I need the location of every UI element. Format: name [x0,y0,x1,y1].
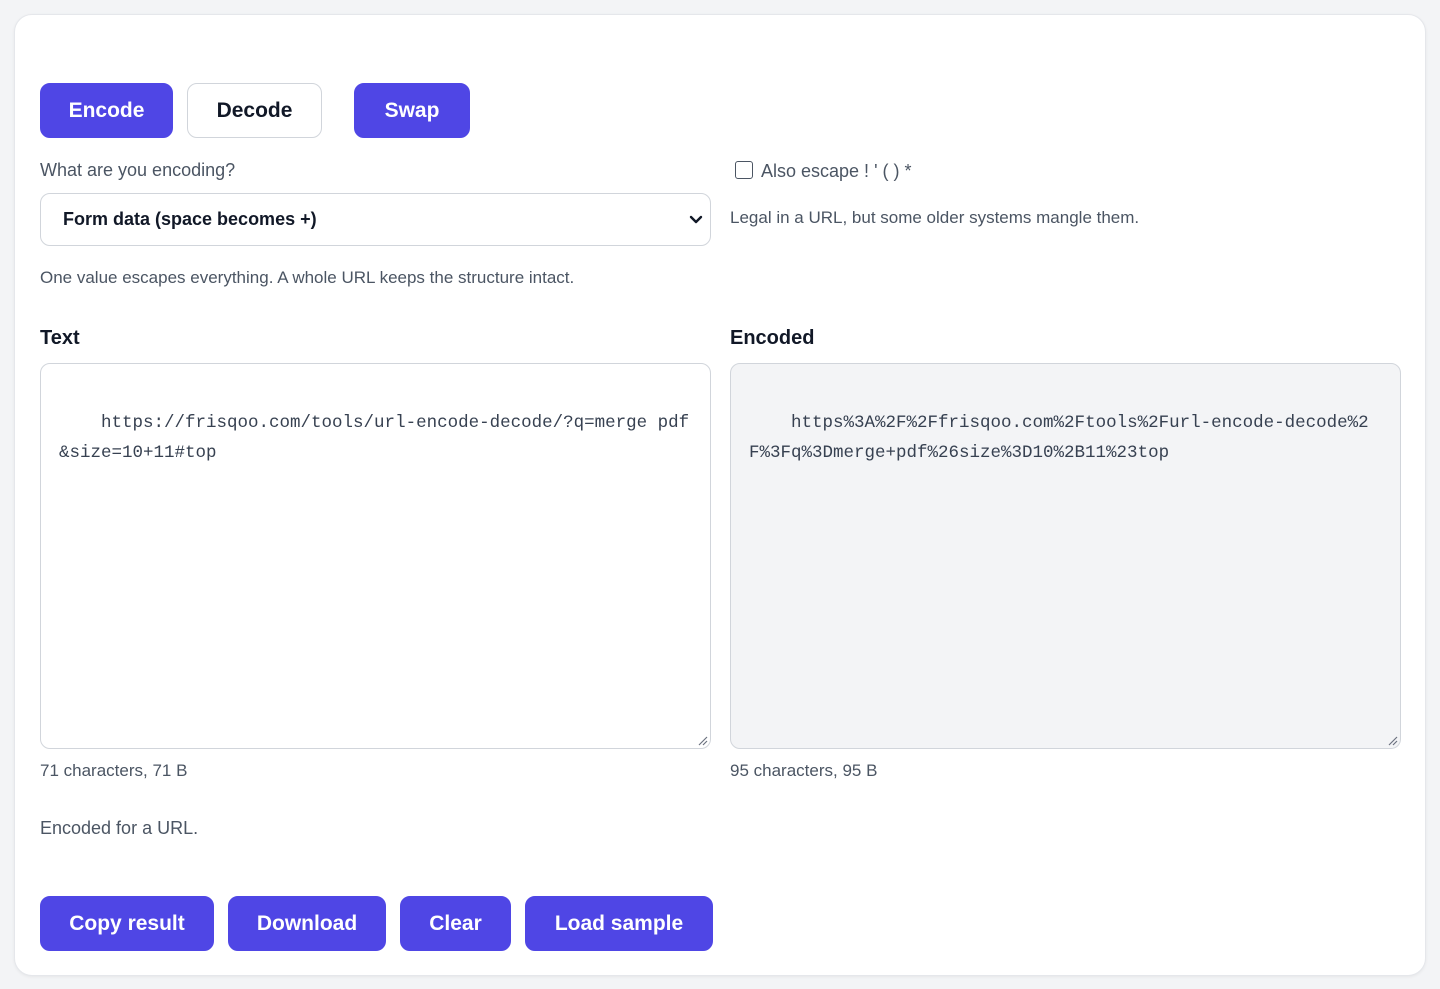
encoder-card: Encode Decode Swap What are you encoding… [14,14,1426,976]
input-textarea[interactable]: https://frisqoo.com/tools/url-encode-dec… [40,363,711,749]
encoding-type-select[interactable]: Form data (space becomes +) [40,193,711,246]
encoding-type-value: Form data (space becomes +) [63,209,317,229]
status-message: Encoded for a URL. [40,818,199,838]
swap-button[interactable]: Swap [354,83,470,138]
encoding-type-hint: One value escapes everything. A whole UR… [40,268,575,287]
encode-button[interactable]: Encode [40,83,173,138]
input-label: Text [40,327,80,349]
escape-extra-label[interactable]: Also escape ! ' ( ) * [761,161,912,182]
escape-extra-checkbox[interactable] [735,161,753,179]
load-sample-button[interactable]: Load sample [525,896,713,951]
resize-grip-icon[interactable] [1386,734,1398,746]
encoding-type-label: What are you encoding? [40,160,236,180]
copy-result-button[interactable]: Copy result [40,896,214,951]
output-label: Encoded [730,327,815,349]
output-count: 95 characters, 95 B [730,761,878,780]
decode-button[interactable]: Decode [187,83,322,138]
download-button[interactable]: Download [228,896,386,951]
output-text: https%3A%2F%2Ffrisqoo.com%2Ftools%2Furl-… [749,413,1369,463]
input-text: https://frisqoo.com/tools/url-encode-dec… [59,413,690,463]
chevron-down-icon [689,215,703,224]
output-textarea[interactable]: https%3A%2F%2Ffrisqoo.com%2Ftools%2Furl-… [730,363,1401,749]
resize-grip-icon[interactable] [696,734,708,746]
input-count: 71 characters, 71 B [40,761,188,780]
escape-extra-hint: Legal in a URL, but some older systems m… [730,208,1140,227]
clear-button[interactable]: Clear [400,896,511,951]
